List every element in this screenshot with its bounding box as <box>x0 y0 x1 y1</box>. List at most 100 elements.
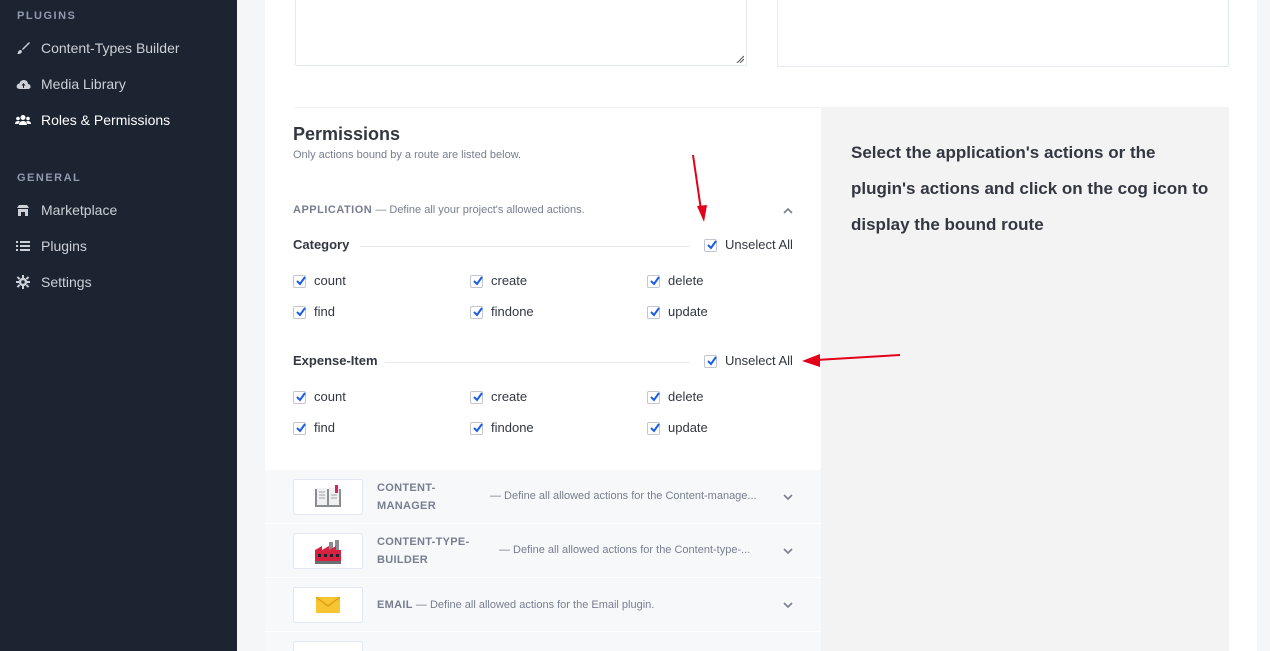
check-icon <box>650 392 660 402</box>
check-icon <box>650 423 660 433</box>
help-text: Select the application's actions or the … <box>851 143 1209 234</box>
action-checkbox[interactable] <box>293 306 306 319</box>
plugin-name: CONTENT- MANAGER <box>377 479 436 515</box>
chevron-down-icon[interactable] <box>783 492 793 502</box>
action-checkbox[interactable] <box>470 306 483 319</box>
sidebar-item-settings[interactable]: Settings <box>0 264 237 300</box>
section-divider <box>295 107 820 108</box>
action-label: find <box>314 420 335 435</box>
action-checkbox[interactable] <box>470 275 483 288</box>
plugin-name-line2: MANAGER <box>377 500 436 512</box>
list-icon <box>15 238 31 254</box>
action-label: delete <box>668 389 704 404</box>
action-checkbox[interactable] <box>293 391 306 404</box>
plugin-name-line1: EMAIL <box>377 599 413 611</box>
chevron-down-icon[interactable] <box>783 600 793 610</box>
sidebar-item-roles-permissions[interactable]: Roles & Permissions <box>0 102 237 138</box>
select-all-checkbox-expense-item[interactable] <box>704 355 717 368</box>
envelope-icon <box>293 587 363 623</box>
sidebar-item-label: Media Library <box>41 76 126 92</box>
action-label: findone <box>491 304 534 319</box>
sidebar-item-plugins[interactable]: Plugins <box>0 228 237 264</box>
group-divider <box>360 246 690 247</box>
sidebar-item-label: Plugins <box>41 238 87 254</box>
action-label: update <box>668 420 708 435</box>
sidebar: PLUGINS Content-Types Builder Media Libr… <box>0 0 237 651</box>
description-textarea[interactable] <box>295 0 747 66</box>
action-label: find <box>314 304 335 319</box>
action-label: create <box>491 273 528 288</box>
plugins-section-title: PLUGINS <box>17 10 77 22</box>
check-icon <box>707 356 717 366</box>
sidebar-item-media-library[interactable]: Media Library <box>0 66 237 102</box>
action-label: delete <box>668 273 704 288</box>
unselect-all-label[interactable]: Unselect All <box>725 353 793 368</box>
plugin-name: EMAIL — Define all allowed actions for t… <box>377 596 654 614</box>
action-checkbox[interactable] <box>470 391 483 404</box>
check-icon <box>650 276 660 286</box>
unselect-all-label[interactable]: Unselect All <box>725 237 793 252</box>
sidebar-item-label: Content-Types Builder <box>41 40 180 56</box>
action-checkbox[interactable] <box>647 275 660 288</box>
action-label: create <box>491 389 528 404</box>
users-list-box <box>777 0 1229 67</box>
check-icon <box>296 423 306 433</box>
check-icon <box>296 392 306 402</box>
cloud-upload-icon <box>15 76 31 92</box>
action-checkbox[interactable] <box>293 275 306 288</box>
action-checkbox[interactable] <box>647 422 660 435</box>
plugin-description: — Define all allowed actions for the Ema… <box>415 599 655 611</box>
plugin-row-content-manager[interactable]: CONTENT- MANAGER — Define all allowed ac… <box>265 469 821 523</box>
factory-icon <box>293 533 363 569</box>
select-all-checkbox-category[interactable] <box>704 239 717 252</box>
chevron-down-icon[interactable] <box>783 546 793 556</box>
plugin-icon-partial <box>293 641 363 651</box>
action-checkbox[interactable] <box>293 422 306 435</box>
check-icon <box>650 307 660 317</box>
plugin-row-email[interactable]: EMAIL — Define all allowed actions for t… <box>265 577 821 631</box>
plugin-name-line1: CONTENT- <box>377 482 436 494</box>
action-label: update <box>668 304 708 319</box>
application-description: — Define all your project's allowed acti… <box>375 204 585 216</box>
check-icon <box>473 276 483 286</box>
resize-grip-icon[interactable] <box>736 55 744 63</box>
check-icon <box>473 392 483 402</box>
plugin-description: — Define all allowed actions for the Con… <box>499 544 751 556</box>
action-label: count <box>314 273 346 288</box>
book-icon <box>293 479 363 515</box>
shop-icon <box>15 202 31 218</box>
check-icon <box>296 307 306 317</box>
plugin-name: CONTENT-TYPE- BUILDER <box>377 533 470 569</box>
application-label: APPLICATION <box>293 204 373 216</box>
route-info-pane: Select the application's actions or the … <box>821 107 1229 651</box>
chevron-up-icon[interactable] <box>783 206 793 216</box>
application-header[interactable]: APPLICATION — Define all your project's … <box>293 204 585 216</box>
plugin-name-line2: BUILDER <box>377 554 428 566</box>
sidebar-item-label: Marketplace <box>41 202 118 218</box>
plugin-row-content-type-builder[interactable]: CONTENT-TYPE- BUILDER — Define all allow… <box>265 523 821 577</box>
sidebar-item-label: Roles & Permissions <box>41 112 171 128</box>
permissions-title: Permissions <box>293 124 401 144</box>
plugin-description: — Define all allowed actions for the Con… <box>490 490 757 502</box>
check-icon <box>473 423 483 433</box>
gear-icon <box>15 274 31 290</box>
group-divider <box>385 362 690 363</box>
action-checkbox[interactable] <box>647 306 660 319</box>
users-icon <box>15 112 31 128</box>
permissions-subtitle: Only actions bound by a route are listed… <box>293 149 522 161</box>
plugin-name-line1: CONTENT-TYPE- <box>377 536 470 548</box>
general-section-title: GENERAL <box>17 172 82 184</box>
action-label: count <box>314 389 346 404</box>
action-label: findone <box>491 420 534 435</box>
sidebar-item-label: Settings <box>41 274 92 290</box>
group-title-category: Category <box>293 237 350 252</box>
action-checkbox[interactable] <box>647 391 660 404</box>
action-checkbox[interactable] <box>470 422 483 435</box>
paint-brush-icon <box>15 40 31 56</box>
sidebar-item-marketplace[interactable]: Marketplace <box>0 192 237 228</box>
check-icon <box>707 240 717 250</box>
group-title-expense-item: Expense-Item <box>293 353 378 368</box>
sidebar-item-content-types-builder[interactable]: Content-Types Builder <box>0 30 237 66</box>
plugin-row-next[interactable] <box>265 631 821 651</box>
check-icon <box>473 307 483 317</box>
